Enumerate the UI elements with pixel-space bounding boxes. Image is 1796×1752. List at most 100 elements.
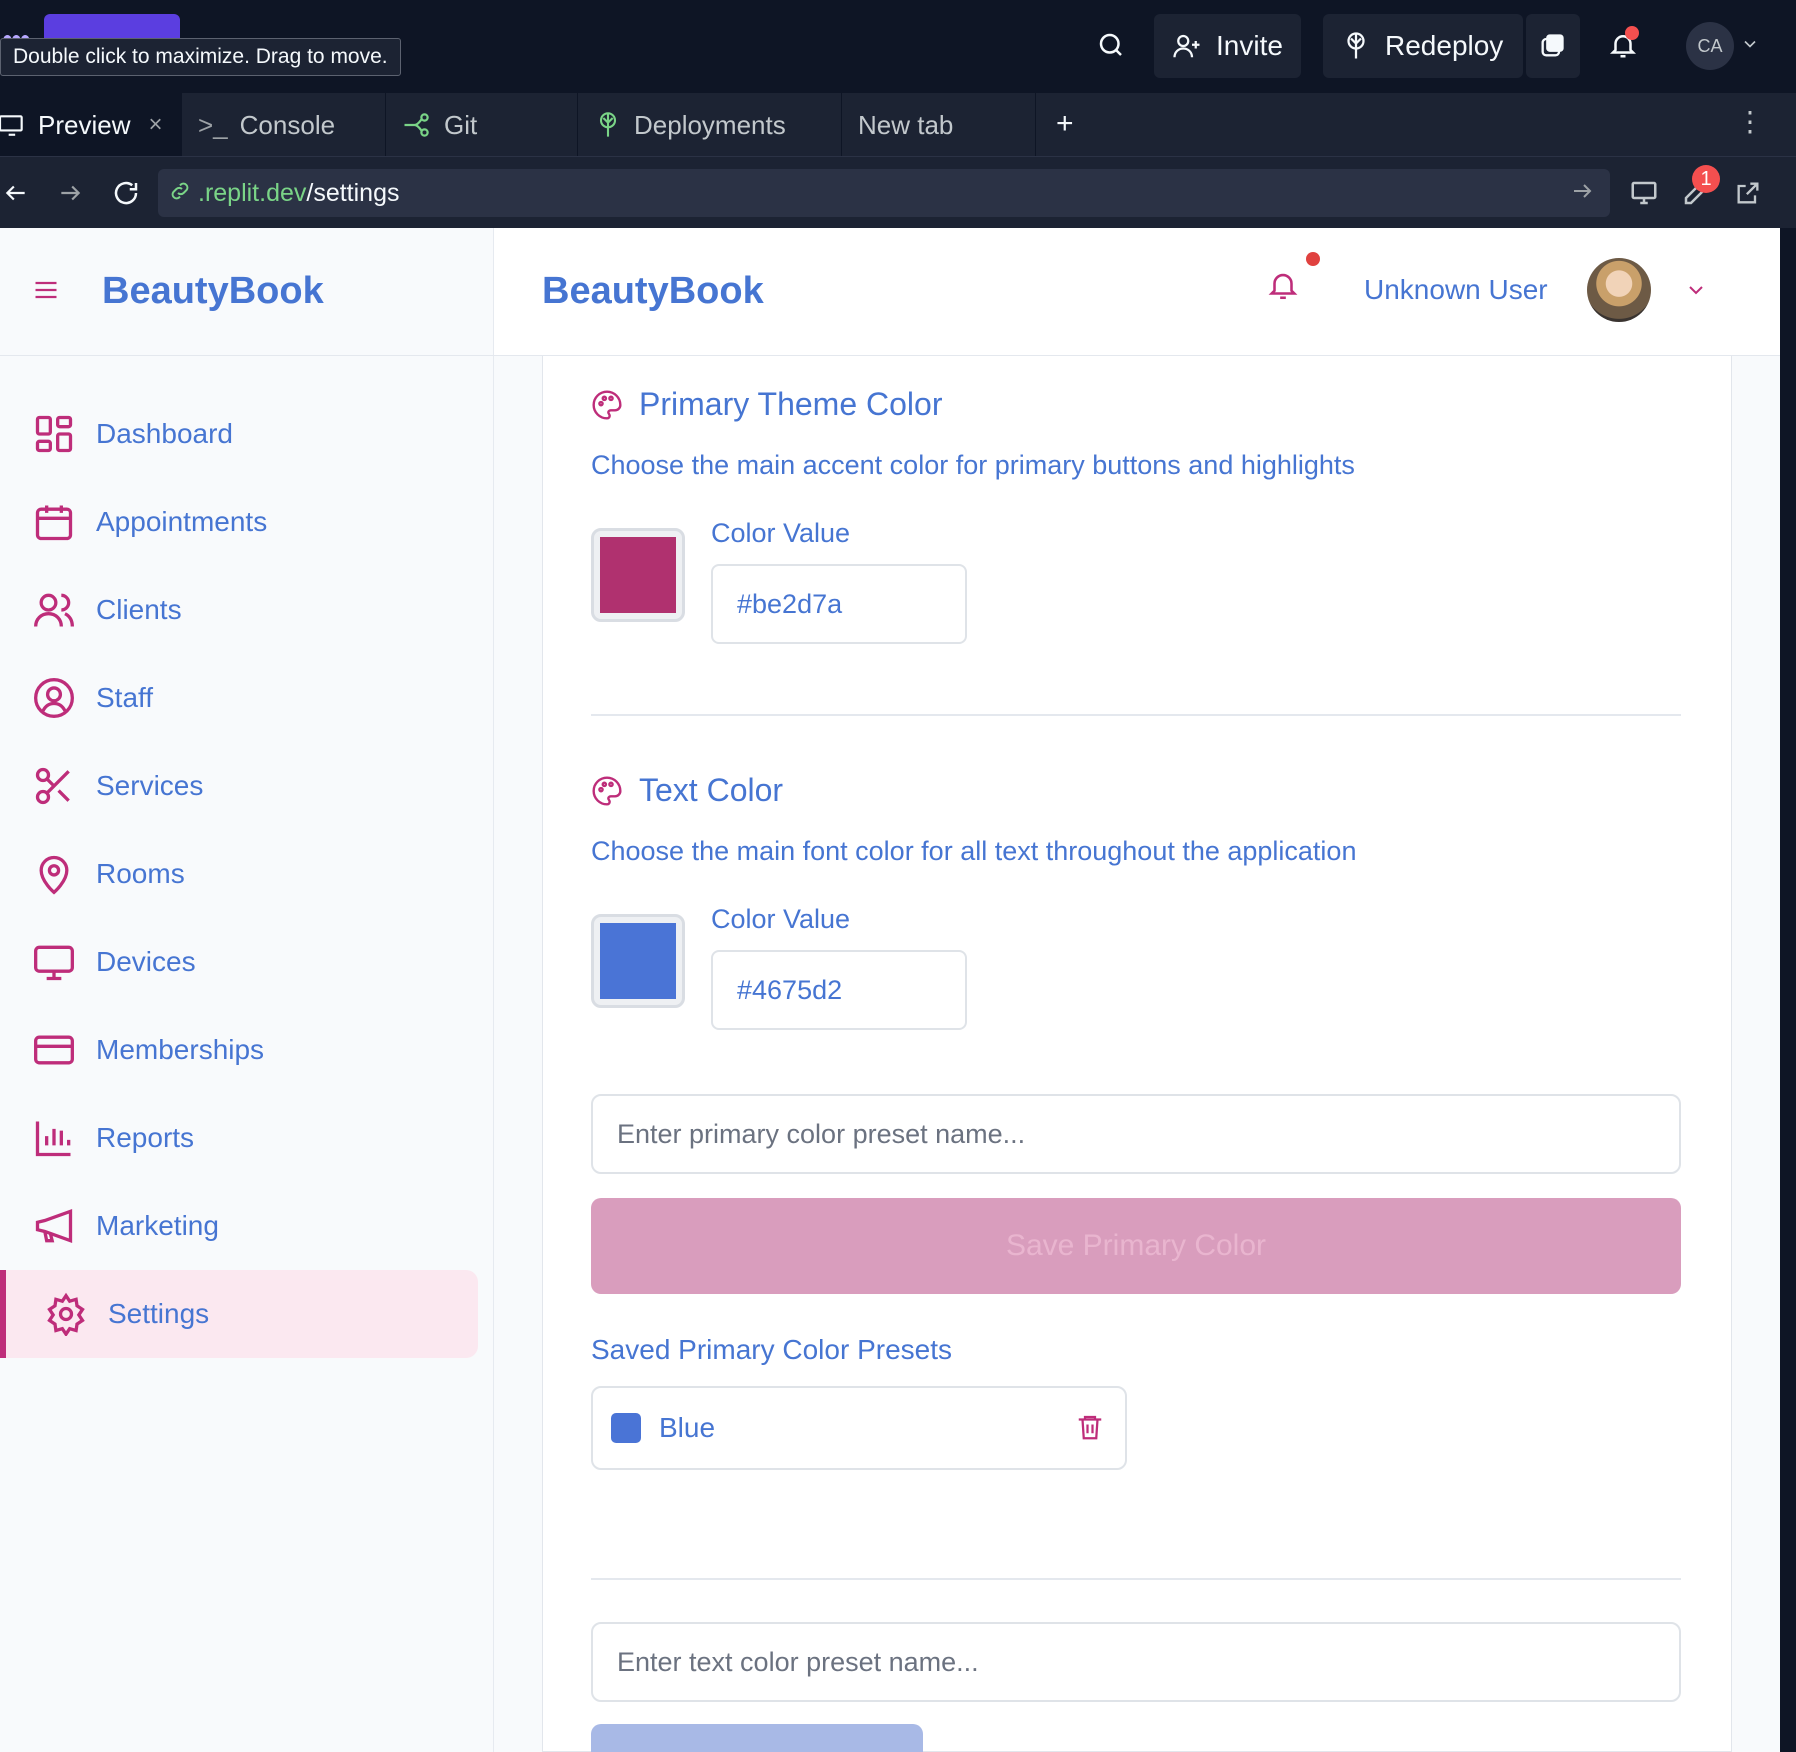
dashboard-icon	[35, 415, 73, 453]
deploy-icon	[599, 112, 617, 137]
map-pin-icon	[39, 855, 69, 895]
palette-icon	[592, 775, 622, 806]
window-tooltip: Double click to maximize. Drag to move.	[0, 38, 401, 76]
text-color-heading: Text Color	[591, 772, 783, 809]
page-title: BeautyBook	[542, 270, 764, 312]
preset-color-chip	[611, 1413, 641, 1443]
sidebar-item-clients[interactable]: Clients	[0, 566, 478, 654]
redeploy-options-button[interactable]	[1526, 14, 1580, 78]
credit-card-icon	[34, 1035, 74, 1065]
devtools-badge: 1	[1692, 165, 1720, 193]
add-tab-icon[interactable]: +	[1056, 107, 1074, 141]
sidebar-item-appointments[interactable]: Appointments	[0, 478, 478, 566]
ide-top-bar: ●●● Double click to maximize. Drag to mo…	[0, 0, 1796, 92]
sidebar-item-services[interactable]: Services	[0, 742, 478, 830]
tab-console[interactable]: >_ Console	[182, 93, 386, 157]
trash-icon[interactable]	[1075, 1412, 1105, 1449]
search-icon[interactable]	[1088, 22, 1134, 68]
app-viewport: BeautyBook Dashboard Appointments Client…	[0, 228, 1780, 1752]
divider	[591, 1578, 1681, 1580]
tab-git[interactable]: Git	[386, 93, 578, 157]
primary-color-swatch	[600, 537, 676, 613]
save-text-color-button[interactable]	[591, 1724, 923, 1752]
open-external-icon[interactable]	[1726, 171, 1770, 215]
tab-label: Git	[444, 109, 478, 140]
saved-presets-title: Saved Primary Color Presets	[591, 1334, 953, 1365]
sidebar-item-label: Clients	[96, 594, 182, 625]
chevron-down-icon[interactable]	[1740, 34, 1760, 59]
text-preset-name-input[interactable]: Enter text color preset name...	[591, 1622, 1681, 1702]
text-color-picker[interactable]	[591, 914, 685, 1008]
close-icon[interactable]: ×	[148, 111, 162, 139]
tab-deployments[interactable]: Deployments	[578, 93, 842, 157]
text-color-swatch	[600, 923, 676, 999]
sidebar-item-rooms[interactable]: Rooms	[0, 830, 478, 918]
primary-color-value-input[interactable]: #be2d7a	[711, 564, 967, 644]
sidebar-item-memberships[interactable]: Memberships	[0, 1006, 478, 1094]
sidebar-item-label: Settings	[108, 1298, 210, 1329]
tab-new[interactable]: New tab	[842, 93, 1036, 157]
user-name[interactable]: Unknown User	[1364, 274, 1548, 306]
save-primary-color-button[interactable]: Save Primary Color	[591, 1198, 1681, 1294]
sidebar-item-devices[interactable]: Devices	[0, 918, 478, 1006]
workspace-pill[interactable]	[44, 14, 180, 38]
color-value-label: Color Value	[711, 518, 851, 548]
back-icon[interactable]	[0, 171, 38, 215]
invite-button[interactable]: Invite	[1154, 14, 1301, 78]
sidebar-item-staff[interactable]: Staff	[0, 654, 478, 742]
monitor-icon	[0, 115, 23, 136]
calendar-icon	[35, 505, 73, 541]
sidebar-item-label: Reports	[96, 1122, 195, 1153]
sidebar-brand[interactable]: BeautyBook	[102, 270, 324, 313]
section-title: Text Color	[639, 772, 784, 808]
tab-preview[interactable]: Preview ×	[0, 93, 182, 157]
tab-label: Console	[239, 109, 336, 140]
section-title: Primary Theme Color	[639, 386, 943, 422]
device-preview-icon[interactable]	[1622, 171, 1666, 215]
scissors-icon	[35, 767, 70, 805]
deploy-icon	[1347, 32, 1365, 59]
gear-icon	[47, 1292, 85, 1336]
sidebar: BeautyBook Dashboard Appointments Client…	[0, 228, 494, 1752]
sidebar-item-reports[interactable]: Reports	[0, 1094, 478, 1182]
text-color-value-input[interactable]: #4675d2	[711, 950, 967, 1030]
tab-label: New tab	[858, 109, 954, 140]
sidebar-item-label: Memberships	[96, 1034, 265, 1065]
url-path: /settings	[306, 178, 400, 207]
primary-preset-name-input[interactable]: Enter primary color preset name...	[591, 1094, 1681, 1174]
settings-panel: Primary Theme Color Choose the main acce…	[542, 356, 1732, 1752]
browser-bar: .replit.dev /settings 1	[0, 156, 1796, 228]
tab-label: Preview	[38, 109, 131, 140]
url-input[interactable]: .replit.dev /settings	[158, 169, 1610, 217]
terminal-icon: >_	[198, 109, 228, 140]
primary-color-description: Choose the main accent color for primary…	[591, 450, 1355, 480]
primary-color-picker[interactable]	[591, 528, 685, 622]
sidebar-item-dashboard[interactable]: Dashboard	[0, 390, 478, 478]
avatar[interactable]	[1587, 258, 1651, 322]
sidebar-item-label: Devices	[96, 946, 196, 977]
sidebar-item-marketing[interactable]: Marketing	[0, 1182, 478, 1270]
reload-icon[interactable]	[104, 171, 148, 215]
chevron-down-icon[interactable]	[1684, 278, 1708, 307]
sidebar-item-label: Services	[96, 770, 204, 801]
user-avatar[interactable]: CA	[1686, 22, 1734, 70]
preset-item[interactable]: Blue	[591, 1386, 1127, 1470]
bell-icon[interactable]	[1266, 268, 1300, 307]
redeploy-button[interactable]: Redeploy	[1323, 14, 1523, 78]
menu-icon[interactable]	[32, 276, 60, 309]
color-value-label: Color Value	[711, 904, 851, 934]
sidebar-item-label: Rooms	[96, 858, 185, 889]
palette-icon	[592, 389, 622, 420]
megaphone-icon	[35, 1208, 73, 1244]
go-icon[interactable]	[1570, 179, 1594, 210]
app-header: BeautyBook Unknown User	[494, 228, 1780, 356]
sidebar-item-settings[interactable]: Settings	[0, 1270, 478, 1358]
sidebar-item-label: Staff	[96, 682, 154, 713]
sidebar-item-label: Marketing	[96, 1210, 219, 1241]
notifications-icon[interactable]	[1600, 22, 1646, 68]
redeploy-label: Redeploy	[1385, 30, 1504, 61]
forward-icon[interactable]	[48, 171, 92, 215]
more-icon[interactable]: ⋮	[1736, 105, 1764, 138]
copy-icon	[1541, 34, 1564, 57]
sidebar-header: BeautyBook	[0, 228, 494, 356]
